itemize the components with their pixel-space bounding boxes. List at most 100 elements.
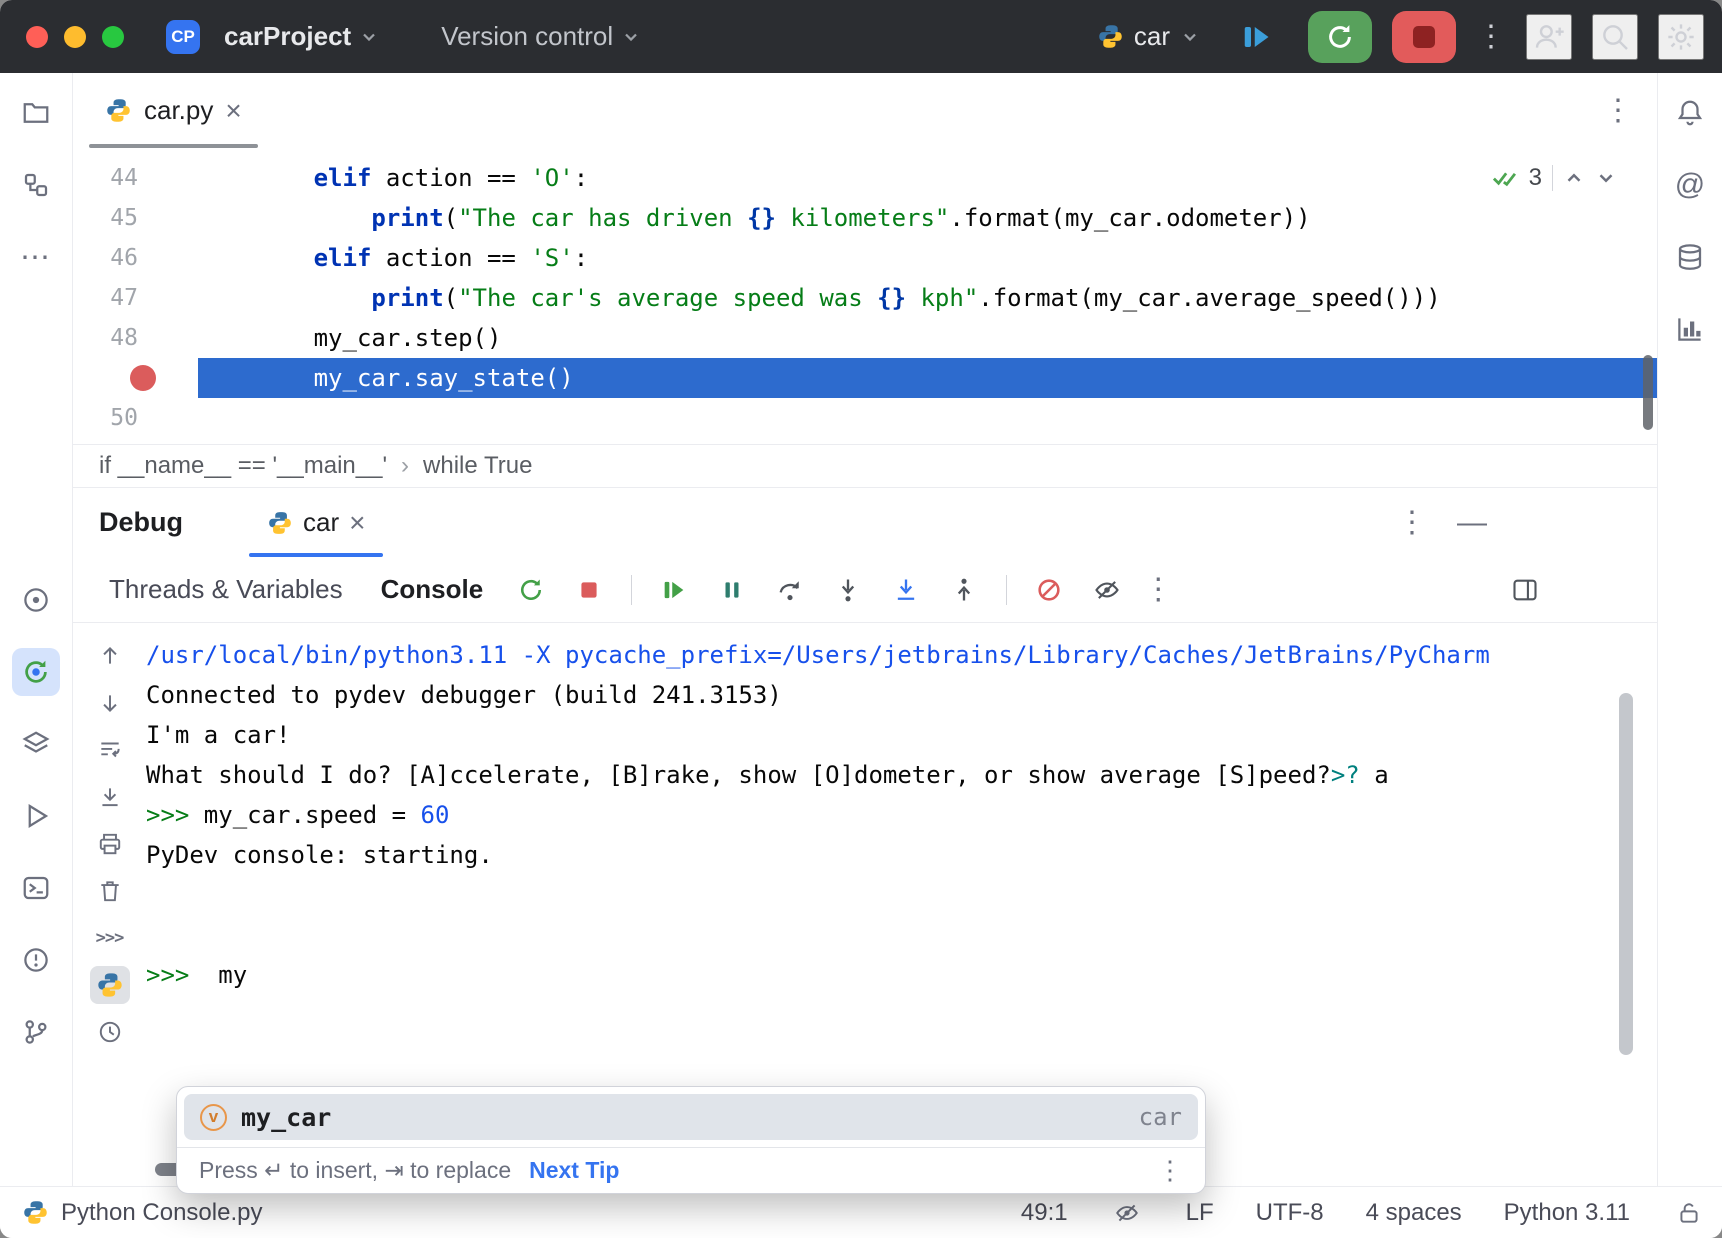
step-over-button[interactable] [768, 568, 812, 612]
line-number[interactable]: 48 [73, 318, 198, 358]
run-configuration-selector[interactable]: car [1093, 15, 1204, 58]
inspection-widget[interactable]: 3 [1485, 162, 1623, 194]
zoom-window-button[interactable] [102, 26, 124, 48]
notifications-button[interactable] [1666, 89, 1714, 137]
code-line[interactable]: 46 elif action == 'S': [73, 238, 1657, 278]
editor-scrollbar-thumb[interactable] [1643, 355, 1653, 430]
completion-more-button[interactable]: ⋮ [1157, 1155, 1183, 1186]
breakpoint-dot[interactable] [130, 365, 156, 391]
debug-session-tab[interactable]: car × [249, 488, 383, 557]
settings-button[interactable] [1658, 14, 1704, 60]
tab-threads-variables[interactable]: Threads & Variables [97, 566, 355, 613]
down-stack-button[interactable] [90, 684, 130, 722]
console-history-button[interactable] [90, 1013, 130, 1051]
console-line [146, 915, 1657, 955]
debug-options-button[interactable]: ⋮ [1397, 505, 1427, 540]
rerun-debug-button[interactable] [509, 568, 553, 612]
line-number[interactable]: 47 [73, 278, 198, 318]
soft-wrap-button[interactable] [90, 731, 130, 769]
code-line[interactable]: 50 [73, 398, 1657, 438]
write-access-button[interactable] [1672, 1196, 1706, 1230]
execute-command-button[interactable]: >>> [90, 919, 130, 957]
minimize-window-button[interactable] [64, 26, 86, 48]
plots-toolwindow-button[interactable] [1666, 305, 1714, 353]
stop-process-button[interactable] [567, 568, 611, 612]
show-python-console-button[interactable] [90, 966, 130, 1004]
line-number[interactable]: 44 [73, 158, 198, 198]
more-toolwindows-button[interactable]: ⋯ [12, 233, 60, 281]
up-stack-button[interactable] [90, 637, 130, 675]
stop-button[interactable] [1392, 11, 1456, 63]
indent-widget[interactable]: 4 spaces [1366, 1199, 1462, 1227]
mute-breakpoints-button[interactable] [1027, 568, 1071, 612]
console-scrollbar-thumb[interactable] [1619, 693, 1633, 1055]
database-toolwindow-button[interactable] [1666, 233, 1714, 281]
project-badge[interactable]: CP [166, 20, 200, 54]
services-toolwindow-button[interactable] [12, 720, 60, 768]
structure-toolwindow-button[interactable] [12, 161, 60, 209]
hide-execution-point-button[interactable] [1085, 568, 1129, 612]
soft-wrap-icon [97, 737, 123, 763]
restart-debug-button[interactable] [1308, 11, 1372, 63]
code-line[interactable]: 48 my_car.step() [73, 318, 1657, 358]
completion-item-my-car[interactable]: v my_car car [184, 1094, 1198, 1140]
caret-position[interactable]: 49:1 [1021, 1199, 1068, 1227]
pause-program-button[interactable] [710, 568, 754, 612]
print-button[interactable] [90, 825, 130, 863]
interpreter-widget[interactable]: Python 3.11 [1504, 1199, 1630, 1227]
force-step-into-button[interactable] [884, 568, 928, 612]
scroll-to-end-button[interactable] [90, 778, 130, 816]
step-out-button[interactable] [942, 568, 986, 612]
code-line[interactable]: 47 print("The car's average speed was {}… [73, 278, 1657, 318]
hide-toolwindow-button[interactable]: — [1457, 506, 1487, 540]
line-number[interactable]: 45 [73, 198, 198, 238]
tab-car-py[interactable]: car.py × [89, 73, 258, 148]
project-menu-button[interactable]: carProject [214, 15, 389, 58]
git-branch-icon [21, 1017, 51, 1047]
editor-tab-options-button[interactable]: ⋮ [1603, 93, 1633, 128]
code-editor[interactable]: 44 elif action == 'O':45 print("The car … [73, 148, 1657, 444]
resume-program-button[interactable] [652, 568, 696, 612]
debug-header-actions: ⋮ — [1397, 505, 1487, 540]
chevron-up-icon[interactable] [1563, 167, 1585, 189]
encoding-widget[interactable]: UTF-8 [1256, 1199, 1324, 1227]
terminal-toolwindow-button[interactable] [12, 864, 60, 912]
code-with-me-button[interactable] [1526, 14, 1572, 60]
layout-settings-button[interactable] [1503, 568, 1547, 612]
clear-console-button[interactable] [90, 872, 130, 910]
code-line[interactable]: 45 print("The car has driven {} kilomete… [73, 198, 1657, 238]
run-toolwindow-button[interactable] [12, 792, 60, 840]
debug-toolbar-more-button[interactable]: ⋮ [1143, 572, 1173, 607]
code-line-text: elif action == 'O': [198, 158, 1657, 198]
line-number[interactable]: 46 [73, 238, 198, 278]
ai-assistant-button[interactable]: @ [1666, 161, 1714, 209]
run-button[interactable] [1224, 11, 1288, 63]
search-everywhere-button[interactable] [1592, 14, 1638, 60]
layout-settings [1503, 568, 1547, 612]
debug-toolwindow-button[interactable] [12, 648, 60, 696]
breakpoint-gutter[interactable] [73, 358, 198, 398]
more-actions-button[interactable]: ⋮ [1476, 22, 1506, 52]
breadcrumb-item[interactable]: while True [423, 452, 532, 480]
next-tip-link[interactable]: Next Tip [529, 1157, 619, 1184]
console-line: PyDev console: starting. [146, 835, 1657, 875]
close-icon[interactable]: × [349, 507, 365, 539]
reader-mode-button[interactable] [1110, 1196, 1144, 1230]
breadcrumb-item[interactable]: if __name__ == '__main__' [99, 452, 387, 480]
python-packages-toolwindow-button[interactable] [12, 576, 60, 624]
code-line[interactable]: 44 elif action == 'O': [73, 158, 1657, 198]
completion-hint: Press ↵ to insert, ⇥ to replace [199, 1157, 511, 1184]
line-number[interactable]: 50 [73, 398, 198, 438]
chevron-down-icon[interactable] [1595, 167, 1617, 189]
close-window-button[interactable] [26, 26, 48, 48]
close-icon[interactable]: × [225, 95, 241, 127]
statusbar-file[interactable]: Python Console.py [22, 1199, 262, 1227]
tab-console[interactable]: Console [369, 566, 496, 613]
version-control-menu-button[interactable]: Version control [431, 15, 651, 58]
step-into-button[interactable] [826, 568, 870, 612]
problems-toolwindow-button[interactable] [12, 936, 60, 984]
version-control-toolwindow-button[interactable] [12, 1008, 60, 1056]
line-separator-widget[interactable]: LF [1186, 1199, 1214, 1227]
code-line[interactable]: my_car.say_state() [73, 358, 1657, 398]
project-toolwindow-button[interactable] [12, 89, 60, 137]
